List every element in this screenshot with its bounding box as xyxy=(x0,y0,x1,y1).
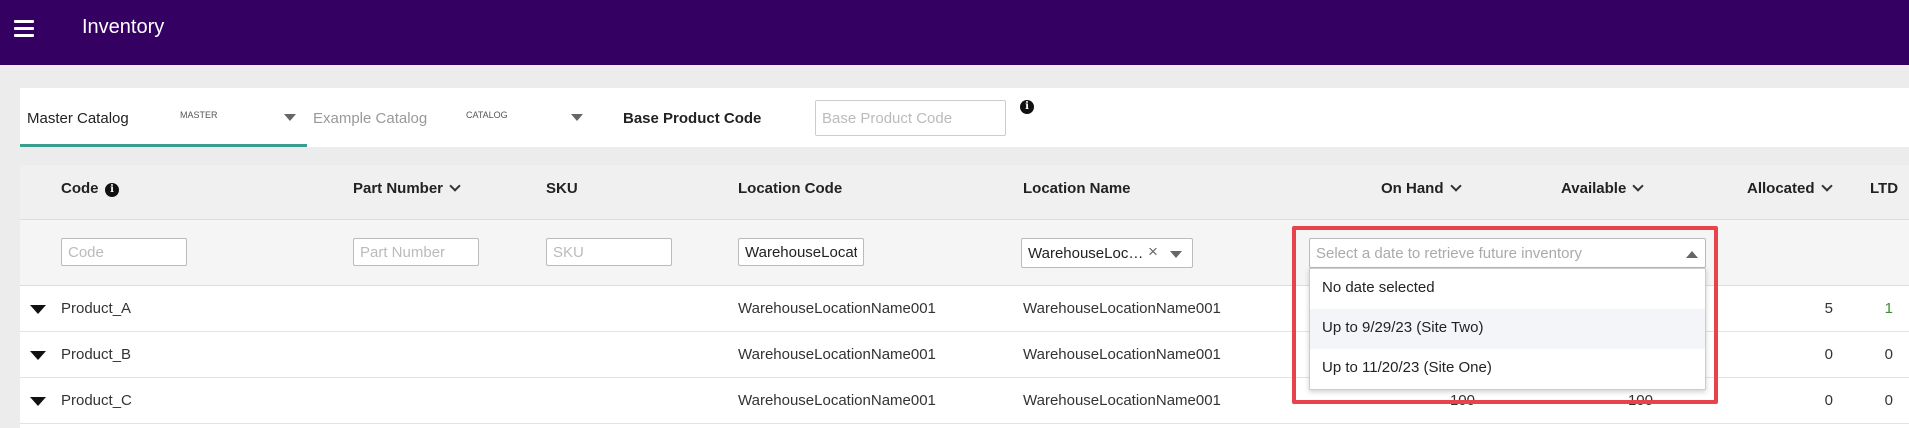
cell-location-code: WarehouseLocationName001 xyxy=(738,392,936,409)
column-label: Part Number xyxy=(353,180,444,197)
cell-location-code: WarehouseLocationName001 xyxy=(738,346,936,363)
code-filter-input[interactable] xyxy=(61,238,187,266)
cell-ltd: 0 xyxy=(1884,392,1893,409)
cell-location-name: WarehouseLocationName001 xyxy=(1023,346,1221,363)
location-code-filter-input[interactable] xyxy=(738,238,864,266)
expand-arrow-icon[interactable] xyxy=(30,397,46,406)
info-icon[interactable]: i xyxy=(1020,100,1034,114)
catalog-badge: MASTER xyxy=(180,110,218,120)
column-header-part-number[interactable]: Part Number xyxy=(353,180,461,197)
base-product-code-input[interactable] xyxy=(815,100,1006,136)
info-icon[interactable]: i xyxy=(105,183,119,197)
column-header-sku[interactable]: SKU xyxy=(546,180,578,197)
clear-icon[interactable]: × xyxy=(1148,242,1158,262)
selected-value: WarehouseLoca... xyxy=(1028,245,1146,262)
expand-arrow-icon[interactable] xyxy=(30,351,46,360)
chevron-down-icon[interactable] xyxy=(1449,180,1462,192)
chevron-down-icon xyxy=(284,114,296,121)
column-label: Available xyxy=(1561,180,1627,197)
chevron-down-icon[interactable] xyxy=(1632,180,1644,192)
cell-allocated: 0 xyxy=(1824,346,1833,363)
cell-location-code: WarehouseLocationName001 xyxy=(738,300,936,317)
column-header-location-name[interactable]: Location Name xyxy=(1023,180,1131,197)
cell-allocated: 0 xyxy=(1824,392,1833,409)
cell-ltd: 1 xyxy=(1884,300,1893,317)
chevron-down-icon[interactable] xyxy=(1820,180,1833,192)
column-header-ltd[interactable]: LTD xyxy=(1870,180,1898,197)
cell-allocated: 5 xyxy=(1824,300,1833,317)
catalog-select-example[interactable]: Example Catalog CATALOG xyxy=(307,88,597,147)
column-label: Code xyxy=(61,180,99,197)
sku-filter-input[interactable] xyxy=(546,238,672,266)
location-name-filter-select[interactable]: WarehouseLoca... × xyxy=(1021,238,1193,268)
part-number-filter-input[interactable] xyxy=(353,238,479,266)
column-label: Allocated xyxy=(1747,180,1815,197)
catalog-name: Master Catalog xyxy=(27,110,129,127)
catalog-bar: Master Catalog MASTER Example Catalog CA… xyxy=(20,88,1909,147)
cell-code: Product_B xyxy=(61,346,132,363)
chevron-down-icon xyxy=(571,114,583,121)
catalog-badge: CATALOG xyxy=(466,110,508,120)
chevron-down-icon xyxy=(1170,251,1182,258)
base-product-code-label: Base Product Code xyxy=(623,110,762,127)
column-header-allocated[interactable]: Allocated xyxy=(1747,180,1833,197)
catalog-name: Example Catalog xyxy=(313,110,428,127)
cell-location-name: WarehouseLocationName001 xyxy=(1023,300,1221,317)
menu-icon[interactable] xyxy=(14,20,34,38)
cell-code: Product_A xyxy=(61,300,132,317)
catalog-select-master[interactable]: Master Catalog MASTER xyxy=(20,88,307,147)
column-header-code[interactable]: Code xyxy=(61,180,99,197)
expand-arrow-icon[interactable] xyxy=(30,305,46,314)
highlight-box xyxy=(1292,226,1718,404)
app-header: Inventory xyxy=(0,0,1909,65)
chevron-down-icon[interactable] xyxy=(449,180,461,192)
column-header-location-code[interactable]: Location Code xyxy=(738,180,842,197)
column-header-available[interactable]: Available xyxy=(1561,180,1644,197)
cell-ltd: 0 xyxy=(1884,346,1893,363)
column-header-on-hand[interactable]: On Hand xyxy=(1381,180,1462,197)
cell-location-name: WarehouseLocationName001 xyxy=(1023,392,1221,409)
grid-header: Code i Part Number SKU Location Code Loc… xyxy=(20,165,1909,220)
column-label: On Hand xyxy=(1381,180,1444,197)
cell-code: Product_C xyxy=(61,392,132,409)
page-title: Inventory xyxy=(82,16,165,38)
